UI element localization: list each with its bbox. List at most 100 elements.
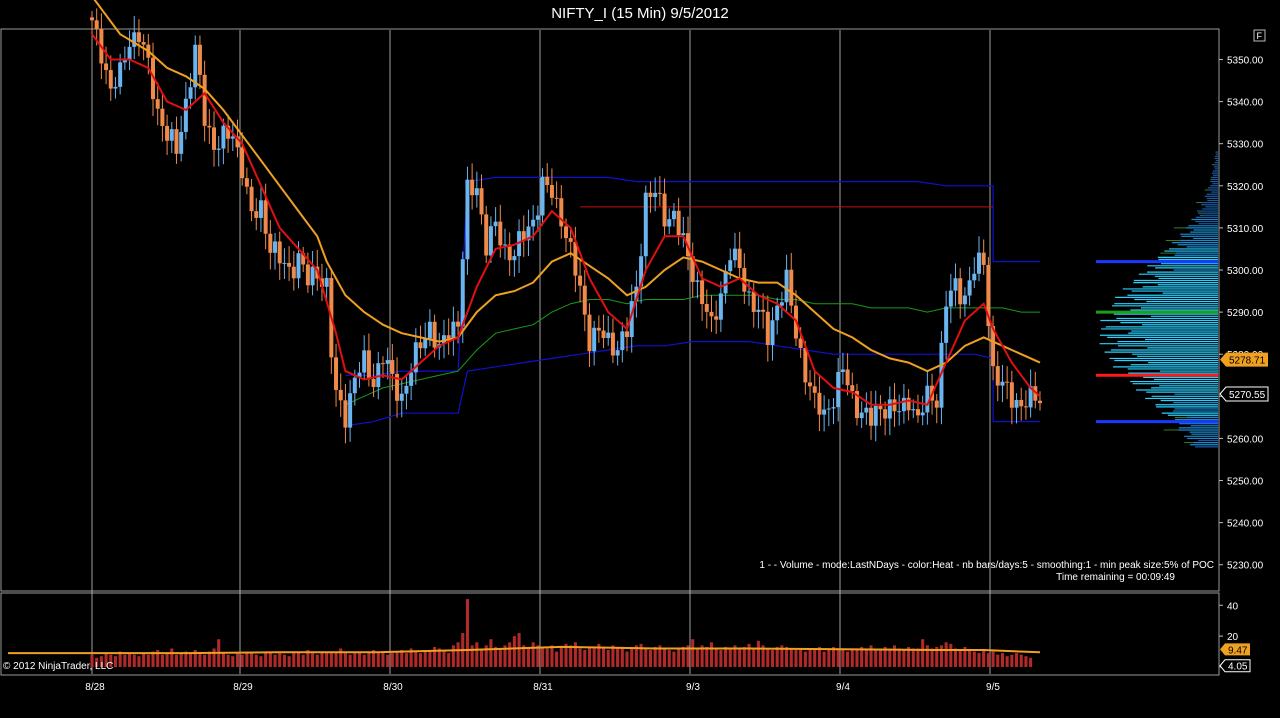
- volume-bar: [677, 648, 681, 667]
- price-marker-label: 5270.55: [1229, 390, 1266, 401]
- candle-body: [427, 321, 432, 339]
- volume-bar: [850, 648, 854, 667]
- candle-body: [564, 226, 568, 239]
- volume-bar: [949, 643, 953, 667]
- candle-body: [470, 179, 475, 196]
- volume-bar: [996, 654, 1000, 667]
- volume-bar: [799, 648, 803, 667]
- candle-body: [545, 176, 550, 185]
- volume-bar: [789, 648, 793, 667]
- candle-body: [1023, 406, 1028, 408]
- price-marker-label: 5278.71: [1229, 356, 1266, 367]
- candle-body: [305, 264, 310, 286]
- volume-tick-label: 40: [1227, 601, 1239, 612]
- volume-bar: [578, 648, 582, 667]
- candle-body: [925, 385, 930, 413]
- volume-bar: [376, 651, 380, 667]
- candle-body: [343, 400, 348, 428]
- candle-body: [155, 99, 160, 109]
- candle-body: [484, 214, 489, 256]
- candle-body: [90, 17, 94, 21]
- volume-bar: [250, 653, 254, 667]
- volume-bar: [583, 650, 587, 667]
- volume-profile: [1096, 151, 1218, 448]
- volume-bar: [512, 636, 516, 667]
- candle-body: [728, 260, 733, 272]
- volume-bar: [982, 650, 986, 667]
- volume-bar: [423, 650, 427, 667]
- candle-body: [1019, 399, 1024, 407]
- candle-body: [859, 412, 864, 419]
- candle-body: [1005, 381, 1010, 383]
- candle-body: [479, 188, 484, 215]
- candle-body: [244, 178, 249, 187]
- indicator-label: 1 - - Volume - mode:LastNDays - color:He…: [759, 560, 1214, 571]
- volume-bar: [752, 648, 756, 667]
- candle-body: [976, 252, 981, 274]
- candle-body: [695, 280, 700, 282]
- volume-bar: [348, 654, 352, 667]
- candle-body: [915, 409, 920, 416]
- candle-body: [972, 273, 977, 281]
- volume-bar: [592, 648, 596, 667]
- volume-bar: [170, 648, 174, 667]
- volume-bar: [756, 640, 760, 667]
- candle-body: [104, 63, 109, 71]
- candle-body: [878, 405, 883, 410]
- volume-marker-label: 4.05: [1228, 662, 1248, 673]
- candle-body: [230, 136, 235, 139]
- candle-body: [207, 125, 212, 128]
- volume-bar: [329, 653, 333, 667]
- date-label: 9/4: [836, 682, 850, 693]
- volume-bar: [142, 653, 146, 667]
- volume-bar: [390, 653, 394, 667]
- volume-bar: [644, 648, 648, 667]
- volume-bar: [747, 643, 751, 667]
- volume-bar: [691, 639, 695, 667]
- copyright-notice: © 2012 NinjaTrader, LLC: [3, 661, 113, 672]
- volume-bar: [785, 646, 789, 667]
- candle-body: [399, 393, 404, 401]
- candle-body: [873, 405, 878, 426]
- candle-body: [1014, 399, 1019, 408]
- candle-body: [718, 293, 723, 320]
- candle-body: [568, 238, 573, 242]
- volume-bar: [545, 648, 549, 667]
- candle-body: [779, 302, 784, 306]
- volume-bar: [203, 654, 207, 667]
- volume-bar: [339, 648, 343, 667]
- candle-body: [765, 311, 770, 346]
- volume-bar: [353, 653, 357, 667]
- volume-bar: [395, 651, 399, 667]
- volume-bar: [470, 645, 474, 667]
- volume-bar: [841, 650, 845, 667]
- ema-slow-line: [93, 0, 1041, 373]
- date-label: 9/3: [686, 682, 700, 693]
- candle-body: [845, 369, 850, 386]
- candles-layer: [90, 8, 1042, 444]
- moving-averages-layer: [91, 0, 1041, 406]
- volume-bar: [775, 646, 779, 667]
- candle-body: [460, 259, 465, 327]
- candle-body: [531, 219, 536, 227]
- volume-bar: [311, 653, 315, 667]
- date-label: 8/29: [233, 682, 253, 693]
- chart-canvas[interactable]: 5350.00 5340.00 5330.00 5320.00 5310.00 5300.…: [0, 0, 1280, 718]
- candle-body: [202, 74, 207, 126]
- volume-bar: [179, 653, 183, 667]
- volume-bar: [531, 642, 535, 667]
- volume-bar: [292, 653, 296, 667]
- volume-bar: [447, 653, 451, 667]
- volume-bar: [986, 653, 990, 667]
- volume-bar: [803, 651, 807, 667]
- volume-bar: [367, 653, 371, 667]
- candle-body: [747, 291, 752, 293]
- volume-bar: [212, 648, 216, 667]
- candle-body: [775, 305, 780, 321]
- volume-bar: [235, 653, 240, 667]
- candle-body: [451, 321, 456, 340]
- candle-body: [751, 291, 756, 312]
- volume-bar: [451, 645, 455, 667]
- candle-body: [587, 314, 592, 352]
- price-tick-label: 5230.00: [1227, 561, 1264, 572]
